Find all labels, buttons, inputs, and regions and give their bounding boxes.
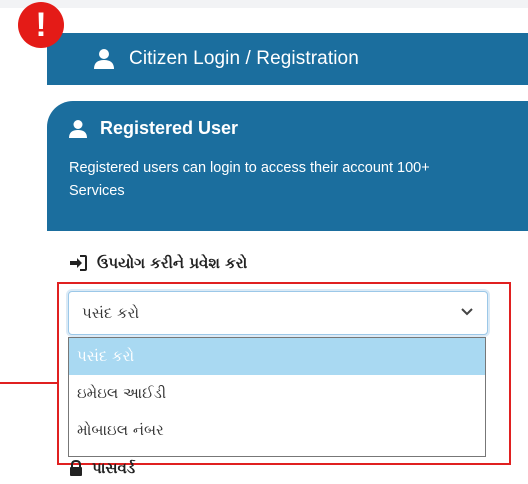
login-method-label: ઉપયોગ કરીને પ્રવેશ કરો xyxy=(69,254,247,272)
highlight-pointer xyxy=(0,382,57,384)
password-label: પાસવર્ડ xyxy=(69,459,135,477)
dropdown-option-select[interactable]: પસંદ કરો xyxy=(69,338,485,375)
registered-user-title: Registered User xyxy=(100,118,239,138)
citizen-login-header: Citizen Login / Registration xyxy=(47,33,528,85)
registered-user-card: Registered User Registered users can log… xyxy=(47,101,528,231)
chevron-down-icon xyxy=(461,308,473,316)
login-method-dropdown: પસંદ કરો ઇમેઇલ આઈડી મોબાઇલ નંબર xyxy=(68,337,486,457)
lock-icon xyxy=(70,460,82,476)
dropdown-option-mobile[interactable]: મોબાઇલ નંબર xyxy=(69,412,485,449)
login-method-select[interactable]: પસંદ કરો xyxy=(68,291,488,335)
login-method-label-text: ઉપયોગ કરીને પ્રવેશ કરો xyxy=(97,254,248,272)
user-icon xyxy=(94,49,114,69)
registered-user-description: Registered users can login to access the… xyxy=(69,160,430,199)
sign-in-icon xyxy=(70,255,87,271)
registered-user-heading: Registered User xyxy=(68,118,238,139)
dropdown-option-email[interactable]: ઇમેઇલ આઈડી xyxy=(69,375,485,412)
header-title: Citizen Login / Registration xyxy=(129,48,359,69)
user-icon xyxy=(69,119,87,138)
select-value: પસંદ કરો xyxy=(82,304,140,322)
password-label-text: પાસવર્ડ xyxy=(92,459,136,477)
top-strip xyxy=(0,0,528,8)
alert-badge: ! xyxy=(18,2,64,48)
